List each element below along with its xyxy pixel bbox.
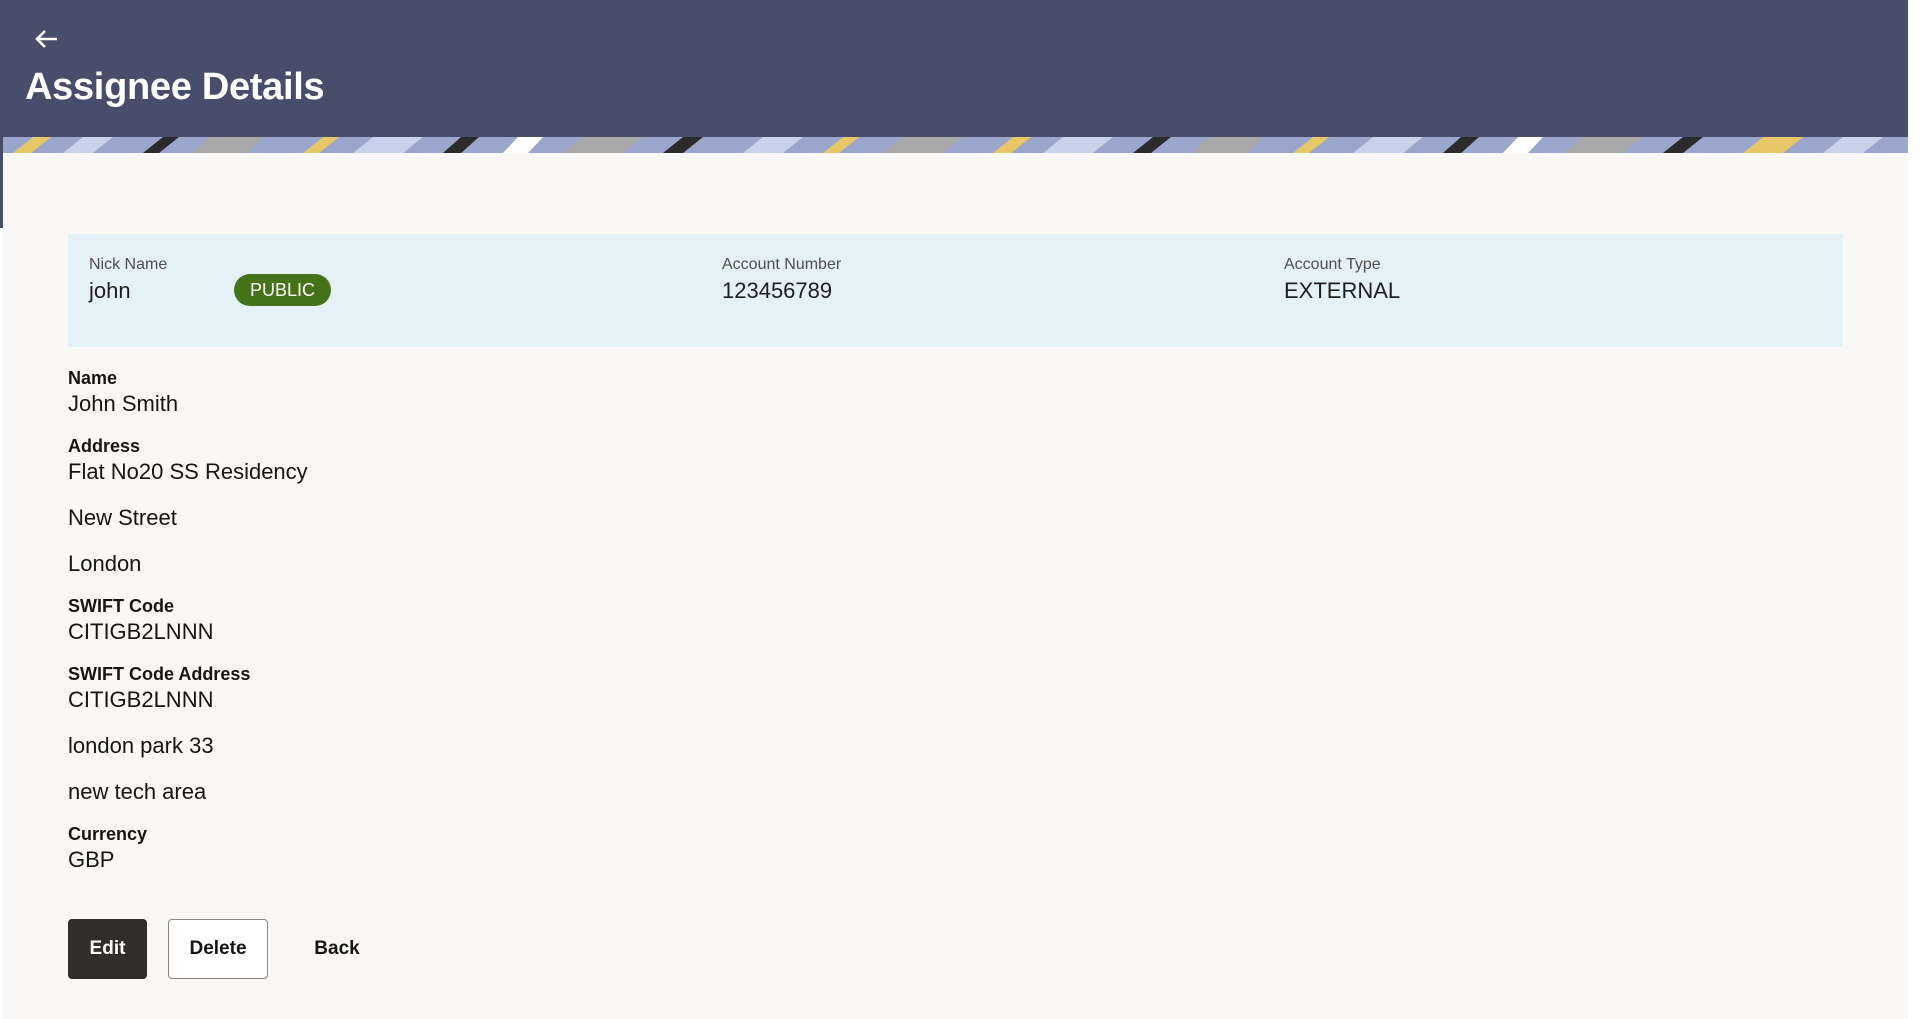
account-number-value: 123456789 [722,278,833,303]
assignee-summary-panel: Nick Name john PUBLIC Account Number 123… [68,234,1843,347]
account-number-label: Account Number [722,256,842,273]
account-type-value: EXTERNAL [1284,278,1401,303]
swift-address-label: SWIFT Code Address [68,664,251,684]
swift-address-line-1: CITIGB2LNNN [68,687,214,712]
swift-address-line-2: london park 33 [68,733,214,758]
header-decorative-banner [3,137,1908,153]
address-line-1: Flat No20 SS Residency [68,459,308,484]
currency-label: Currency [68,824,148,844]
currency-value: GBP [68,847,115,872]
visibility-badge: PUBLIC [234,274,332,306]
name-value: John Smith [68,391,179,416]
main-content: Nick Name john PUBLIC Account Number 123… [3,153,1908,1019]
nick-name-label: Nick Name [89,256,168,273]
account-type-label: Account Type [1284,256,1381,273]
edit-button[interactable]: Edit [68,919,147,979]
address-label: Address [68,436,141,456]
delete-button[interactable]: Delete [168,919,268,979]
page-header: Assignee Details [0,0,1908,153]
address-line-2: New Street [68,505,177,530]
page-title: Assignee Details [25,66,325,108]
nick-name-value: john [89,278,131,303]
swift-code-value: CITIGB2LNNN [68,619,214,644]
swift-code-label: SWIFT Code [68,596,174,616]
name-label: Name [68,368,118,388]
swift-address-line-3: new tech area [68,779,207,804]
arrow-left-icon[interactable] [34,26,64,56]
back-button[interactable]: Back [293,919,381,979]
address-line-3: London [68,551,142,576]
